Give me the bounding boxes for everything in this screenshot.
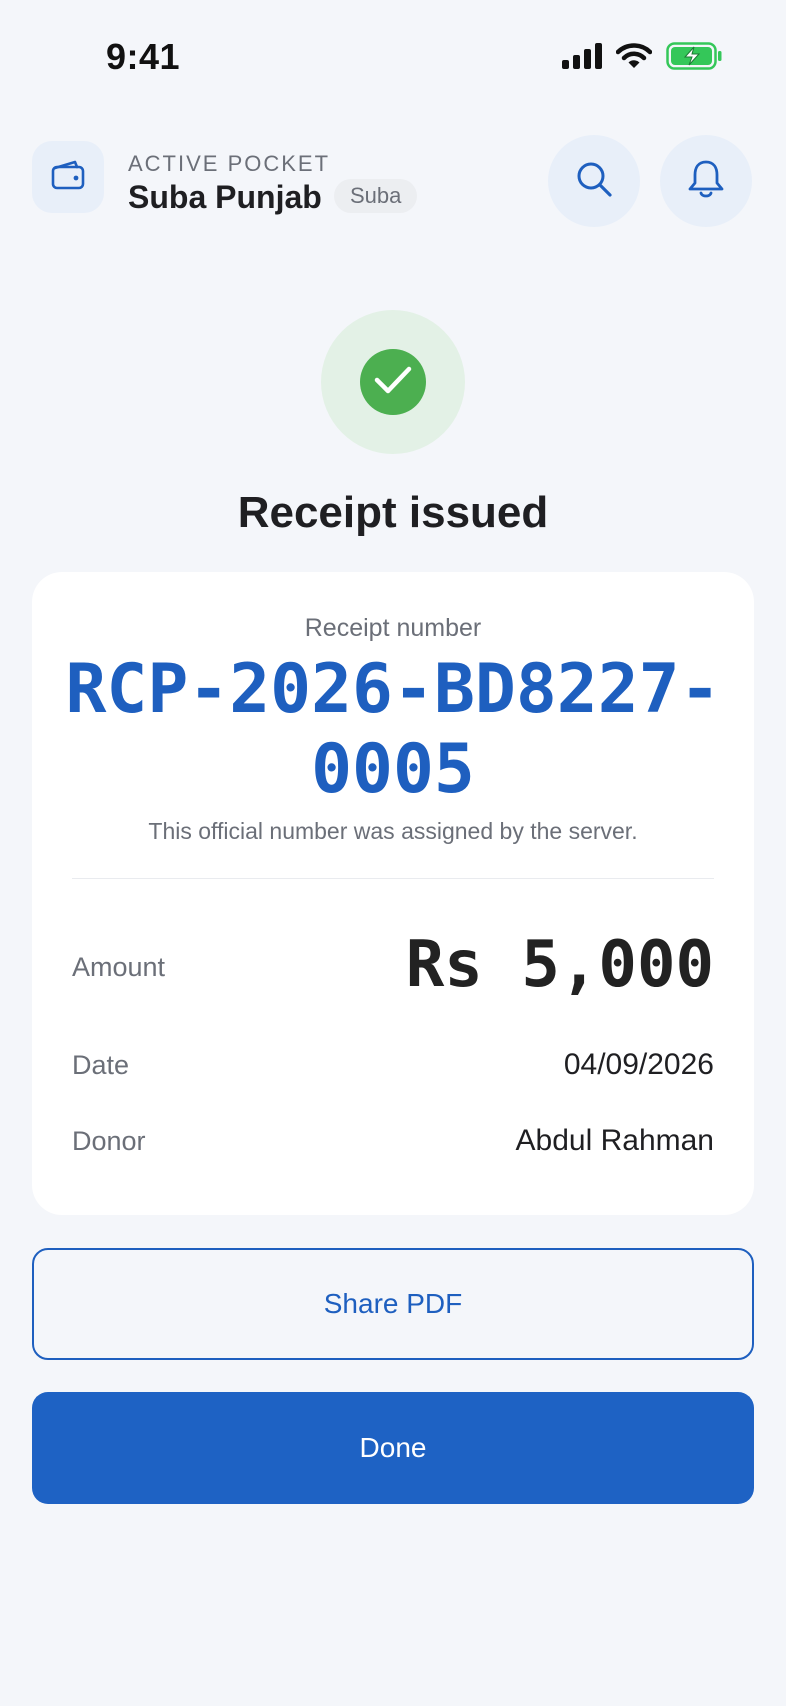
receipt-number-label: Receipt number	[304, 614, 482, 642]
share-pdf-button[interactable]: Share PDF	[32, 1248, 754, 1360]
status-icons	[562, 42, 722, 75]
pocket-name: Suba Punjab	[128, 179, 322, 215]
receipt-issued-screen: 9:41 ACTIVE POCKET Suba Punjab Suba Rece…	[0, 0, 786, 1706]
donor-value: Abdul Rahman	[515, 1124, 714, 1157]
amount-label: Amount	[72, 952, 166, 982]
done-button[interactable]: Done	[32, 1392, 754, 1504]
search-button[interactable]	[548, 135, 640, 227]
wifi-icon	[615, 43, 653, 74]
amount-value: Rs 5,000	[405, 928, 714, 1002]
receipt-number: RCP-2026-BD8227-0005	[65, 650, 721, 809]
cellular-signal-icon	[562, 43, 602, 74]
search-icon	[574, 159, 614, 204]
wallet-button[interactable]	[32, 141, 104, 213]
battery-charging-icon	[666, 42, 722, 75]
checkmark-icon	[374, 365, 412, 400]
date-value: 04/09/2026	[563, 1048, 714, 1081]
date-label: Date	[72, 1050, 130, 1080]
pocket-caption: ACTIVE POCKET	[128, 151, 331, 176]
receipt-card: Receipt number RCP-2026-BD8227-0005 This…	[32, 572, 754, 1215]
status-bar: 9:41	[0, 0, 786, 110]
notifications-button[interactable]	[660, 135, 752, 227]
receipt-number-note: This official number was assigned by the…	[148, 818, 638, 844]
bell-icon	[687, 158, 725, 205]
success-badge	[321, 310, 465, 454]
wallet-icon	[51, 160, 85, 195]
success-circle	[360, 349, 426, 415]
donor-label: Donor	[72, 1126, 146, 1156]
pocket-level-badge: Suba	[334, 179, 418, 213]
pocket-header: ACTIVE POCKET Suba Punjab Suba	[0, 135, 786, 235]
page-title: Receipt issued	[237, 488, 549, 537]
status-time: 9:41	[106, 36, 181, 77]
card-divider	[72, 878, 714, 879]
